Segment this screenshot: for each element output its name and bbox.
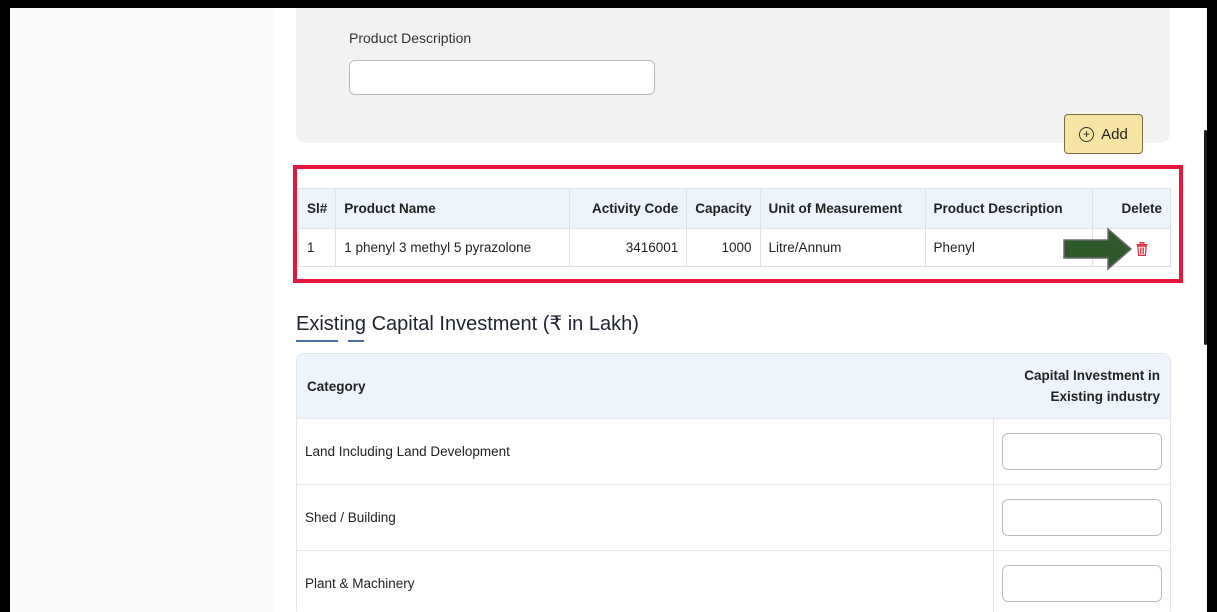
capital-investment-table: Category Capital Investment in Existing … (296, 353, 1171, 612)
capital-table-header-row: Category Capital Investment in Existing … (297, 354, 1170, 418)
add-button-label: Add (1101, 125, 1128, 143)
land-investment-input[interactable] (1002, 433, 1162, 470)
header-delete: Delete (1091, 188, 1172, 229)
product-table: Sl# Product Name Activity Code Capacity … (297, 188, 1172, 267)
product-form-card: Product Description (296, 8, 1170, 143)
plant-machinery-investment-input[interactable] (1002, 565, 1162, 602)
table-row: Land Including Land Development (297, 418, 1170, 484)
header-product-description: Product Description (924, 188, 1093, 229)
shed-building-investment-input[interactable] (1002, 499, 1162, 536)
main-content: Product Description + Add Sl# Product Na… (274, 8, 1204, 612)
cell-activity-code: 3416001 (569, 228, 688, 267)
category-plant-machinery: Plant & Machinery (297, 550, 993, 612)
cell-capacity: 1000 (686, 228, 761, 267)
header-activity-code: Activity Code (569, 188, 688, 229)
page-viewport: Product Description + Add Sl# Product Na… (10, 8, 1207, 612)
product-description-label: Product Description (349, 30, 472, 46)
header-sl: Sl# (297, 188, 337, 229)
title-underline-dot (348, 340, 364, 342)
cell-product-name: 1 phenyl 3 methyl 5 pyrazolone (335, 228, 571, 267)
cell-unit: Litre/Annum (759, 228, 926, 267)
header-capital-investment: Capital Investment in Existing industry (993, 354, 1170, 418)
input-cell (993, 484, 1170, 550)
cell-sl: 1 (297, 228, 337, 267)
scrollbar[interactable] (1204, 130, 1207, 345)
input-cell (993, 550, 1170, 612)
category-shed-building: Shed / Building (297, 484, 993, 550)
header-category: Category (297, 354, 993, 418)
header-capacity: Capacity (686, 188, 761, 229)
add-button[interactable]: + Add (1064, 114, 1143, 154)
input-cell (993, 418, 1170, 484)
section-title: Existing Capital Investment (₹ in Lakh) (296, 313, 639, 335)
table-row: Shed / Building (297, 484, 1170, 550)
product-table-header-row: Sl# Product Name Activity Code Capacity … (297, 188, 1172, 229)
table-row: 1 1 phenyl 3 methyl 5 pyrazolone 3416001… (297, 228, 1172, 267)
arrow-right-icon (1063, 227, 1133, 271)
trash-icon[interactable] (1136, 242, 1148, 256)
table-row: Plant & Machinery (297, 550, 1170, 612)
header-unit-of-measurement: Unit of Measurement (759, 188, 926, 229)
header-product-name: Product Name (335, 188, 571, 229)
product-description-input[interactable] (349, 60, 655, 95)
plus-circle-icon: + (1079, 126, 1095, 142)
category-land: Land Including Land Development (297, 418, 993, 484)
title-underline (296, 340, 338, 342)
